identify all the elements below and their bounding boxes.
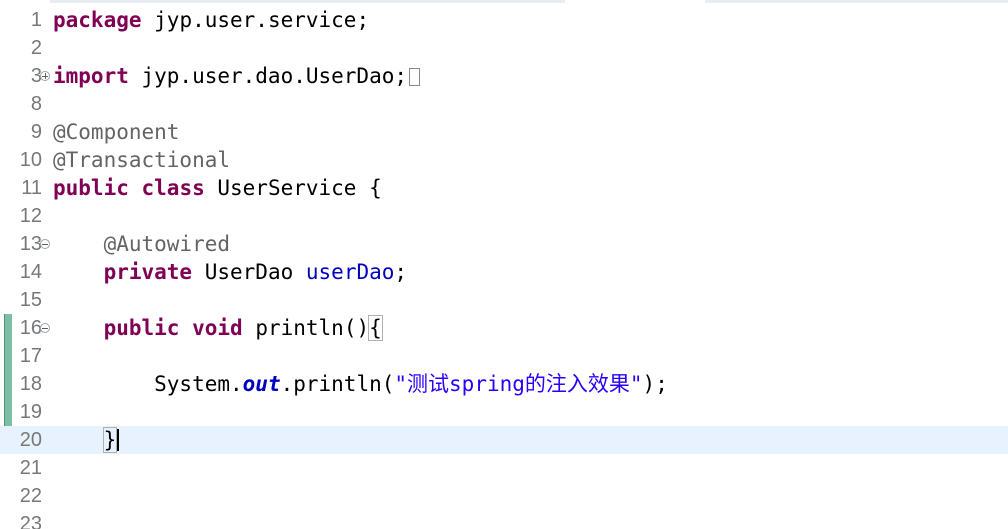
line-number: 19 bbox=[19, 401, 42, 423]
code-token: jyp.user.service; bbox=[141, 8, 370, 32]
code-line[interactable]: 3 import jyp.user.dao.UserDao; bbox=[0, 62, 1008, 90]
line-number: 15 bbox=[19, 289, 42, 311]
code-token: UserDao bbox=[192, 260, 306, 284]
code-token: println() bbox=[242, 316, 370, 340]
code-text[interactable]: } bbox=[53, 426, 120, 454]
line-number: 22 bbox=[19, 485, 42, 507]
line-number: 16 bbox=[19, 317, 42, 339]
line-number: 13 bbox=[19, 233, 42, 255]
code-token: } bbox=[102, 427, 118, 453]
code-text[interactable]: @Transactional bbox=[53, 146, 230, 174]
line-number: 11 bbox=[21, 177, 42, 199]
code-token: ); bbox=[642, 372, 668, 396]
code-line[interactable]: 21 bbox=[0, 454, 1008, 482]
line-number: 2 bbox=[30, 37, 42, 59]
code-text[interactable]: @Autowired bbox=[53, 230, 230, 258]
code-line[interactable]: 16 public void println(){ bbox=[0, 314, 1008, 342]
code-text[interactable]: import jyp.user.dao.UserDao; bbox=[53, 62, 421, 90]
code-text[interactable]: private UserDao userDao; bbox=[53, 258, 407, 286]
code-line[interactable]: 2 bbox=[0, 34, 1008, 62]
code-line[interactable]: 22 bbox=[0, 482, 1008, 510]
code-text[interactable]: public class UserService { bbox=[53, 174, 382, 202]
line-number: 23 bbox=[19, 513, 42, 529]
code-token: .println( bbox=[280, 372, 395, 396]
code-token: public bbox=[103, 316, 180, 340]
line-number: 18 bbox=[19, 373, 42, 395]
code-line[interactable]: 17 bbox=[0, 342, 1008, 370]
code-line[interactable]: 15 bbox=[0, 286, 1008, 314]
code-line[interactable]: 1 package jyp.user.service; bbox=[0, 6, 1008, 34]
code-line[interactable]: 18 System.out.println("测试spring的注入效果"); bbox=[0, 370, 1008, 398]
code-token: System. bbox=[53, 372, 243, 396]
line-number: 17 bbox=[19, 345, 42, 367]
line-number: 10 bbox=[19, 149, 42, 171]
line-number: 8 bbox=[30, 93, 42, 115]
line-number: 1 bbox=[30, 9, 42, 31]
code-line[interactable]: 14 private UserDao userDao; bbox=[0, 258, 1008, 286]
code-token: userDao bbox=[305, 260, 395, 284]
code-token: import bbox=[53, 64, 129, 88]
code-line[interactable]: 10 @Transactional bbox=[0, 146, 1008, 174]
code-line[interactable]: 11 public class UserService { bbox=[0, 174, 1008, 202]
fold-collapse-icon[interactable] bbox=[40, 239, 50, 249]
line-number: 3 bbox=[30, 65, 42, 87]
line-number: 14 bbox=[19, 261, 42, 283]
line-number: 9 bbox=[30, 121, 42, 143]
code-token: private bbox=[103, 260, 193, 284]
code-editor[interactable]: 1 package jyp.user.service; 2 3 import jyp.u… bbox=[0, 0, 1008, 529]
text-caret bbox=[117, 429, 120, 451]
code-line[interactable]: 13 @Autowired bbox=[0, 230, 1008, 258]
code-text[interactable]: System.out.println("测试spring的注入效果"); bbox=[53, 370, 668, 398]
code-token: @Component bbox=[53, 120, 180, 144]
code-token: public bbox=[53, 176, 129, 200]
code-line[interactable]: 20 } bbox=[0, 426, 1008, 454]
code-token: "测试spring的注入效果" bbox=[394, 372, 643, 396]
line-number: 21 bbox=[19, 457, 42, 479]
code-token: UserService { bbox=[204, 176, 382, 200]
editor-top-strip bbox=[0, 0, 1008, 3]
code-token: package bbox=[53, 8, 142, 32]
fold-collapse-icon[interactable] bbox=[40, 323, 50, 333]
code-token: { bbox=[368, 315, 383, 341]
code-line[interactable]: 12 bbox=[0, 202, 1008, 230]
code-line[interactable]: 9 @Component bbox=[0, 118, 1008, 146]
code-text[interactable]: package jyp.user.service; bbox=[53, 6, 369, 34]
line-number: 20 bbox=[19, 429, 42, 451]
code-text[interactable]: @Component bbox=[53, 118, 179, 146]
line-number: 12 bbox=[19, 205, 42, 227]
code-line[interactable]: 23 bbox=[0, 510, 1008, 529]
code-token: @Transactional bbox=[53, 148, 231, 172]
fold-expand-icon[interactable] bbox=[40, 71, 50, 81]
code-token: jyp.user.dao.UserDao; bbox=[128, 64, 408, 88]
code-token: out bbox=[242, 372, 281, 396]
code-line[interactable]: 8 bbox=[0, 90, 1008, 118]
code-token: void bbox=[192, 316, 243, 340]
code-token: @Autowired bbox=[103, 232, 231, 256]
code-token: class bbox=[141, 176, 205, 200]
code-token: ; bbox=[394, 260, 408, 284]
collapsed-imports-marker[interactable] bbox=[409, 68, 421, 86]
code-line[interactable]: 19 bbox=[0, 398, 1008, 426]
code-text[interactable]: public void println(){ bbox=[53, 314, 383, 342]
